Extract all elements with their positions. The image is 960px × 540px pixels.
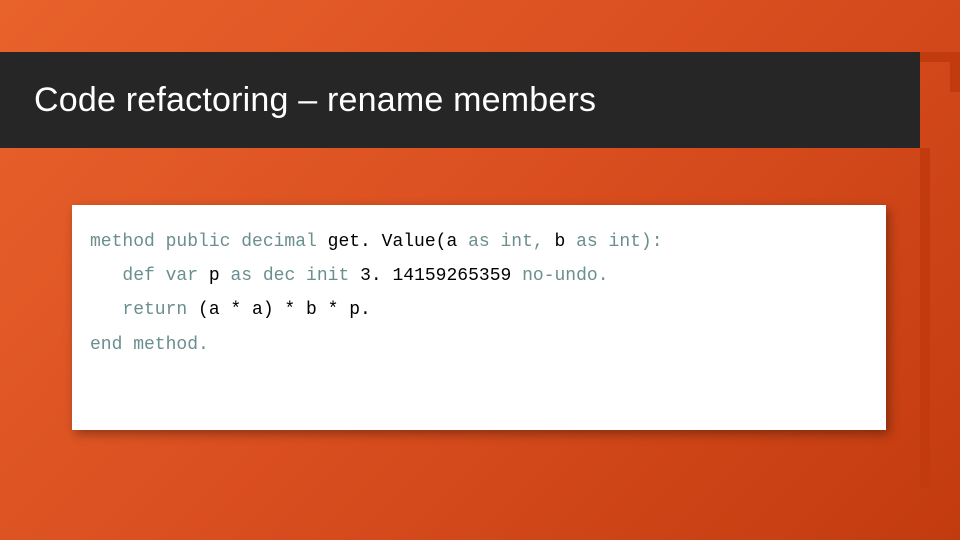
code-keyword: return bbox=[122, 300, 187, 320]
title-bar: Code refactoring – rename members bbox=[0, 52, 920, 148]
accent-corner bbox=[920, 52, 960, 92]
code-keyword: def var bbox=[122, 266, 198, 286]
code-number: 3. 14159265359 bbox=[349, 266, 522, 286]
slide-title: Code refactoring – rename members bbox=[34, 81, 596, 120]
code-keyword: as dec init bbox=[230, 266, 349, 286]
code-keyword: no-undo. bbox=[522, 266, 608, 286]
code-keyword: method public decimal bbox=[90, 232, 317, 252]
code-text: (a * a) * b * p. bbox=[187, 300, 371, 320]
accent-side bbox=[920, 148, 930, 488]
code-text: b bbox=[544, 232, 576, 252]
code-indent bbox=[90, 266, 122, 286]
code-keyword: as int): bbox=[576, 232, 662, 252]
code-keyword: end method. bbox=[90, 335, 209, 355]
code-indent bbox=[90, 300, 122, 320]
code-keyword: as int, bbox=[468, 232, 544, 252]
code-text: get. Value(a bbox=[317, 232, 468, 252]
code-block: method public decimal get. Value(a as in… bbox=[72, 205, 886, 430]
code-text: p bbox=[198, 266, 230, 286]
